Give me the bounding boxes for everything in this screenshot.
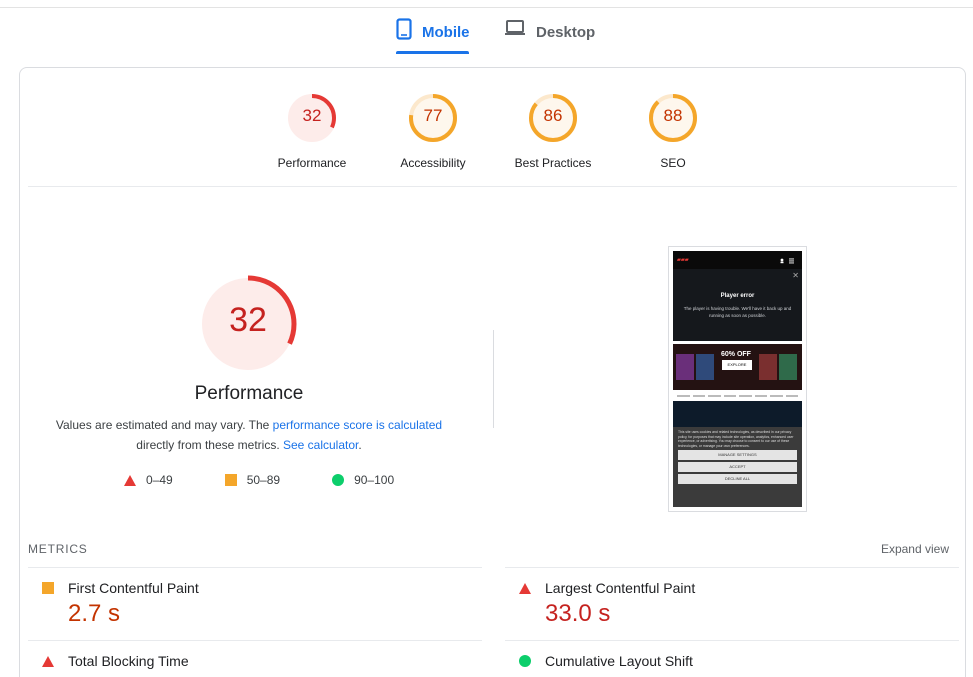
gauge-seo-label: SEO: [660, 156, 686, 170]
promo-art-1: [676, 354, 694, 380]
expand-view-button[interactable]: Expand view: [881, 542, 949, 556]
cookie-banner: This site uses cookies and related techn…: [673, 427, 802, 507]
report-card: 32 Performance 77 Accessibility 86 Best …: [19, 67, 966, 677]
green-circle-icon: [332, 474, 345, 486]
orange-square-icon: [224, 474, 237, 486]
section-divider: [28, 186, 957, 187]
mobile-phone-icon: [396, 18, 412, 44]
metric-label: Total Blocking Time: [68, 653, 189, 669]
player-error-text: The player is having trouble. We'll have…: [683, 306, 792, 318]
cookie-accept-button: ACCEPT: [678, 462, 797, 472]
legend-item-fail: 0–49: [124, 473, 173, 487]
red-triangle-icon: [124, 474, 136, 486]
player-error-panel: ✕ Player error The player is having trou…: [673, 269, 802, 341]
cookie-manage-button: MANAGE SETTINGS: [678, 450, 797, 460]
orange-square-icon: [42, 582, 54, 594]
cookie-decline-button: DECLINE ALL: [678, 474, 797, 484]
player-error-title: Player error: [720, 293, 755, 299]
metric-value: 33.0 s: [545, 600, 611, 627]
metric-largest-contentful-paint: Largest Contentful Paint 33.0 s: [505, 567, 959, 640]
performance-gauge-large: 32: [195, 271, 301, 377]
user-menu-icons: [780, 258, 794, 264]
site-logo: ▰▰▰: [677, 257, 689, 263]
red-triangle-icon: [519, 582, 531, 594]
gauge-accessibility-label: Accessibility: [400, 156, 466, 170]
legend-pass-label: 90–100: [354, 473, 395, 487]
green-circle-icon: [519, 655, 531, 667]
final-screenshot: ▰▰▰ ✕ Player error The player is having …: [668, 246, 807, 512]
see-calculator-link[interactable]: See calculator: [283, 438, 358, 452]
cookie-text: This site uses cookies and related techn…: [678, 430, 794, 448]
gauge-best-practices-label: Best Practices: [514, 156, 592, 170]
gauge-accessibility-score: 77: [423, 106, 443, 125]
laptop-icon: [504, 18, 526, 42]
tab-mobile-label: Mobile: [422, 24, 470, 41]
site-header: ▰▰▰: [673, 251, 802, 269]
metric-label: Largest Contentful Paint: [545, 580, 696, 596]
tab-desktop[interactable]: Desktop: [504, 18, 595, 56]
legend-item-average: 50–89: [224, 473, 281, 487]
legend-average-label: 50–89: [246, 473, 281, 487]
gauge-performance[interactable]: 32 Performance: [257, 92, 367, 170]
performance-score-link[interactable]: performance score is calculated: [273, 418, 442, 432]
metric-value: 2.7 s: [68, 600, 121, 627]
carousel-dots: [677, 395, 798, 397]
metric-first-contentful-paint: First Contentful Paint 2.7 s: [28, 567, 482, 640]
gauge-seo-score: 88: [663, 106, 683, 125]
screenshot-content: ▰▰▰ ✕ Player error The player is having …: [673, 251, 802, 507]
promo-sale-text: 60% OFF: [721, 351, 751, 358]
category-gauges: 32 Performance 77 Accessibility 86 Best …: [20, 68, 965, 186]
metrics-heading: METRICS: [28, 542, 88, 556]
promo-explore-button: EXPLORE: [722, 360, 752, 370]
red-triangle-icon: [42, 655, 54, 667]
close-icon: ✕: [792, 271, 799, 280]
device-tabs: Mobile Desktop: [0, 0, 973, 60]
performance-title: Performance: [194, 383, 304, 404]
metric-total-blocking-time: Total Blocking Time: [28, 640, 482, 677]
desc-text-1: Values are estimated and may vary. The: [55, 418, 273, 432]
promo-art-4: [779, 354, 797, 380]
metric-cumulative-layout-shift: Cumulative Layout Shift: [505, 640, 959, 677]
metric-label: First Contentful Paint: [68, 580, 199, 596]
performance-score-large: 32: [229, 301, 267, 339]
desc-text-3: .: [358, 438, 362, 452]
tab-selected-indicator: [396, 51, 469, 54]
gauge-seo[interactable]: 88 SEO: [618, 92, 728, 170]
gauge-best-practices[interactable]: 86 Best Practices: [498, 92, 608, 170]
promo-art-3: [759, 354, 777, 380]
tab-mobile[interactable]: Mobile: [396, 18, 470, 56]
legend-item-pass: 90–100: [332, 473, 394, 487]
legend-fail-label: 0–49: [146, 473, 173, 487]
gauge-performance-score: 32: [302, 106, 322, 125]
desc-text-2: directly from these metrics.: [136, 438, 283, 452]
promo-art-2: [696, 354, 714, 380]
metric-label: Cumulative Layout Shift: [545, 653, 693, 669]
promo-banner: 60% OFF EXPLORE: [673, 344, 802, 390]
performance-description: Values are estimated and may vary. The p…: [40, 415, 458, 455]
score-legend: 0–49 50–89 90–100: [124, 473, 422, 487]
tab-desktop-label: Desktop: [536, 24, 596, 41]
gauge-best-practices-score: 86: [543, 106, 563, 125]
gauge-accessibility[interactable]: 77 Accessibility: [378, 92, 488, 170]
vertical-divider: [493, 330, 494, 428]
gauge-performance-label: Performance: [277, 156, 347, 170]
